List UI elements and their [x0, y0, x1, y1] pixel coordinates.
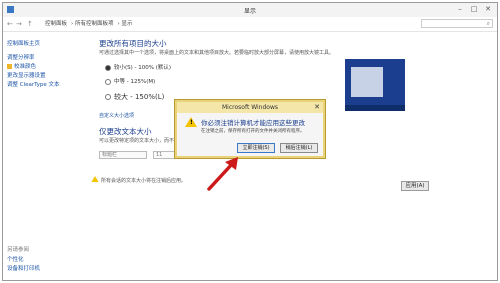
window: 显示 – □ ✕ ← → ↑ 控制面板 › 所有控制面板项 › 显示 ⌕ 控制面板主…: [2, 2, 498, 281]
logoff-note: 所有会话的文本大小将在注销后应用。: [101, 178, 187, 184]
custom-size-link[interactable]: 自定义大小选项: [99, 112, 134, 119]
title-bar: 显示 – □ ✕: [3, 3, 497, 18]
sidebar-home-link[interactable]: 控制面板主页: [7, 39, 40, 47]
radio-selected-icon: [105, 64, 111, 71]
item-select[interactable]: 标题栏: [99, 151, 147, 159]
sidebar-item-label: 校准颜色: [14, 64, 37, 70]
text-size-heading: 仅更改文本大小: [99, 127, 152, 136]
minimize-button[interactable]: –: [455, 5, 465, 14]
logoff-now-button[interactable]: 立即注销(S): [237, 143, 275, 153]
address-bar: ← → ↑ 控制面板 › 所有控制面板项 › 显示 ⌕: [3, 17, 497, 32]
red-arrow-icon: [207, 157, 238, 191]
sidebar-item-resolution[interactable]: 调整分辨率: [7, 53, 35, 61]
window-title: 显示: [243, 8, 256, 15]
radio-icon: [105, 78, 111, 85]
option-small[interactable]: 较小(S) - 100% (默认): [105, 63, 171, 71]
search-icon: ⌕: [486, 20, 490, 27]
see-also-devices[interactable]: 设备和打印机: [7, 264, 40, 272]
description-text: 可通过选择其中一个选项，将桌面上的文本和其他项目放大。若要临时放大部分屏幕，请使…: [99, 50, 335, 56]
option-label: 较小(S) - 100% (默认): [114, 65, 172, 71]
preview-taskbar: [345, 105, 405, 111]
sidebar-item-calibrate[interactable]: 校准颜色: [7, 62, 36, 70]
sidebar: 控制面板主页 调整分辨率 校准颜色 更改显示器设置 调整 ClearType 文…: [3, 31, 91, 280]
sidebar-item-display-settings[interactable]: 更改显示器设置: [7, 71, 46, 79]
size-select[interactable]: 11: [153, 151, 175, 159]
shield-icon: [7, 64, 12, 69]
radio-icon: [105, 94, 111, 100]
dialog-title: Microsoft Windows: [177, 102, 323, 113]
option-label: 较大 - 150%(L): [114, 93, 165, 101]
warning-icon: !: [185, 117, 197, 127]
dialog-message: 你必须注销计算机才能应用这些更改: [201, 119, 305, 127]
warning-icon: [91, 176, 99, 182]
maximize-button[interactable]: □: [469, 5, 479, 14]
sidebar-item-cleartype[interactable]: 调整 ClearType 文本: [7, 80, 60, 88]
see-also-personalize[interactable]: 个性化: [7, 255, 24, 263]
option-medium[interactable]: 中等 - 125%(M): [105, 77, 155, 85]
forward-icon[interactable]: →: [16, 20, 22, 28]
logoff-later-button[interactable]: 稍后注销(L): [280, 143, 318, 153]
close-button[interactable]: ✕: [483, 5, 493, 14]
back-icon[interactable]: ←: [7, 20, 13, 28]
up-icon[interactable]: ↑: [27, 20, 33, 28]
search-input[interactable]: ⌕: [421, 19, 493, 28]
preview-window: [351, 67, 383, 97]
breadcrumb-item[interactable]: 控制面板: [45, 21, 67, 27]
see-also-heading: 另请参阅: [7, 247, 30, 253]
option-large[interactable]: 较大 - 150%(L): [105, 92, 164, 102]
logoff-dialog: Microsoft Windows ✕ ! 你必须注销计算机才能应用这些更改 在…: [175, 100, 325, 158]
apply-button[interactable]: 应用(A): [401, 181, 429, 191]
preview-image: [345, 59, 405, 111]
option-label: 中等 - 125%(M): [114, 79, 156, 85]
dialog-close-icon[interactable]: ✕: [314, 103, 320, 111]
page-title: 更改所有项目的大小: [99, 39, 167, 48]
breadcrumb-item[interactable]: 显示: [121, 21, 132, 27]
dialog-subtext: 在注销之前，保存所有打开的文件并关闭所有程序。: [201, 129, 305, 134]
breadcrumb[interactable]: 控制面板 › 所有控制面板项 › 显示: [45, 20, 415, 28]
breadcrumb-item[interactable]: 所有控制面板项: [75, 21, 114, 27]
